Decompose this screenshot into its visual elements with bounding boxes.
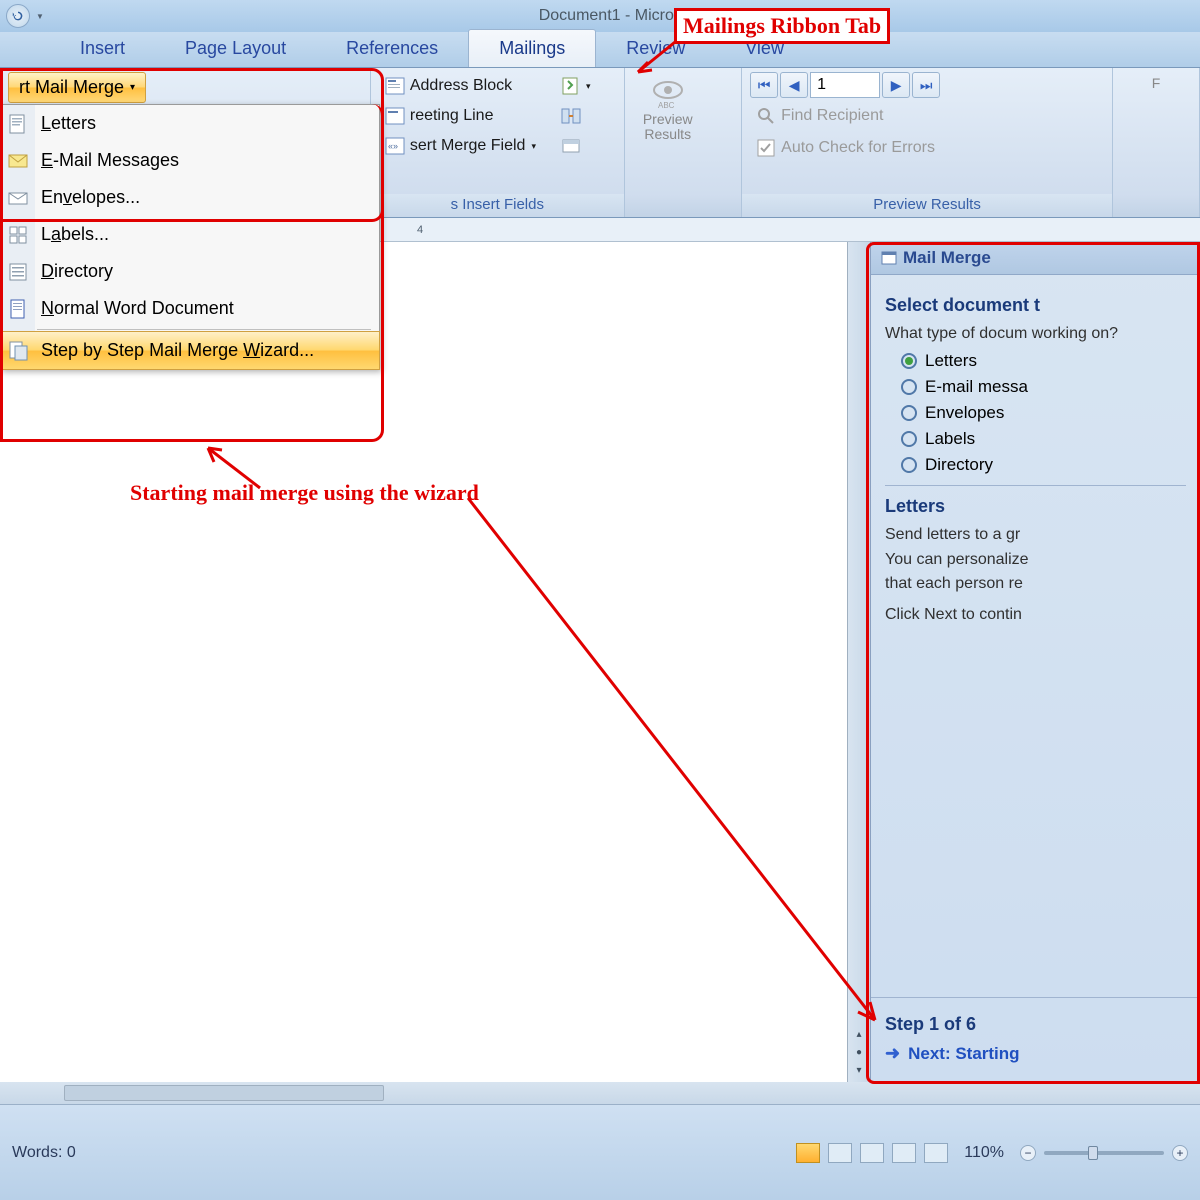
menu-item-wizard[interactable]: Step by Step Mail Merge Wizard...: [0, 331, 380, 370]
radio-icon: [901, 379, 917, 395]
record-navigation: ⏮ ◀ ▶ ⏭: [750, 72, 940, 98]
window-title: Document1 - Microsoft W: [64, 7, 1194, 25]
status-bar: Words: 0 110% − +: [0, 1082, 1200, 1200]
zoom-slider[interactable]: [1044, 1151, 1164, 1155]
menu-item-letters[interactable]: Letters: [1, 105, 379, 142]
zoom-in-button[interactable]: +: [1172, 1145, 1188, 1161]
menu-item-normal-document[interactable]: Normal Word Document: [1, 290, 379, 327]
word-count[interactable]: Words: 0: [12, 1144, 76, 1162]
start-mail-merge-label: rt Mail Merge: [19, 77, 124, 98]
menu-separator: [37, 329, 371, 330]
email-icon: [7, 150, 29, 172]
directory-icon: [7, 261, 29, 283]
group-label-preview-results: Preview Results: [742, 194, 1112, 217]
radio-icon: [901, 353, 917, 369]
greeting-line-icon: [384, 105, 406, 127]
prev-record-button[interactable]: ◀: [780, 72, 808, 98]
group-label-insert-fields: s Insert Fields: [371, 194, 624, 217]
address-block-icon: [384, 75, 406, 97]
menu-item-email[interactable]: E-Mail Messages: [1, 142, 379, 179]
rules-icon: [560, 75, 582, 97]
find-recipient-icon: [755, 105, 777, 127]
greeting-line-button[interactable]: reeting Line: [379, 102, 541, 130]
task-pane-question: What type of docum working on?: [885, 324, 1186, 345]
tab-mailings[interactable]: Mailings: [468, 29, 596, 67]
rules-button[interactable]: ▾: [555, 72, 596, 100]
zoom-out-button[interactable]: −: [1020, 1145, 1036, 1161]
wizard-icon: [7, 340, 29, 362]
preview-results-icon: ABC: [650, 76, 686, 112]
draft-view-button[interactable]: [924, 1143, 948, 1163]
match-fields-icon: [560, 105, 582, 127]
next-record-button[interactable]: ▶: [882, 72, 910, 98]
menu-item-envelopes[interactable]: Envelopes...: [1, 179, 379, 216]
dropdown-arrow-icon: ▾: [130, 82, 135, 93]
tab-insert[interactable]: Insert: [50, 30, 155, 67]
radio-icon: [901, 405, 917, 421]
outline-view-button[interactable]: [892, 1143, 916, 1163]
annotation-wizard-label: Starting mail merge using the wizard: [130, 480, 479, 506]
svg-text:ABC: ABC: [658, 101, 675, 110]
envelope-icon: [7, 187, 29, 209]
qat-dropdown-icon[interactable]: ▼: [36, 12, 44, 21]
last-record-button[interactable]: ⏭: [912, 72, 940, 98]
browse-object-icon[interactable]: ●: [851, 1044, 867, 1060]
next-arrow-icon: ➜: [885, 1043, 900, 1064]
record-number-input[interactable]: [810, 72, 880, 98]
undo-button[interactable]: [6, 4, 30, 28]
ribbon-tabs: Insert Page Layout References Mailings R…: [0, 32, 1200, 68]
svg-text:«»: «»: [388, 141, 398, 151]
radio-envelopes[interactable]: Envelopes: [901, 403, 1186, 423]
radio-icon: [901, 457, 917, 473]
radio-directory[interactable]: Directory: [901, 455, 1186, 475]
address-block-button[interactable]: Address Block: [379, 72, 541, 100]
radio-letters[interactable]: Letters: [901, 351, 1186, 371]
menu-item-directory[interactable]: Directory: [1, 253, 379, 290]
find-recipient-button[interactable]: Find Recipient: [750, 102, 888, 130]
dropdown-arrow-icon: ▾: [531, 141, 536, 152]
preview-results-button[interactable]: ABC Preview Results: [633, 72, 703, 147]
radio-labels[interactable]: Labels: [901, 429, 1186, 449]
annotation-tab-label: Mailings Ribbon Tab: [674, 8, 890, 44]
first-record-button[interactable]: ⏮: [750, 72, 778, 98]
web-layout-view-button[interactable]: [860, 1143, 884, 1163]
finish-merge-button[interactable]: F: [1121, 72, 1191, 95]
auto-check-errors-button[interactable]: Auto Check for Errors: [750, 134, 940, 162]
document-icon: [7, 298, 29, 320]
update-labels-button[interactable]: [555, 132, 596, 160]
horizontal-scrollbar[interactable]: [0, 1082, 1200, 1104]
insert-merge-field-button[interactable]: «» sert Merge Field ▾: [379, 132, 541, 160]
task-pane-icon: [881, 250, 897, 266]
radio-email[interactable]: E-mail messa: [901, 377, 1186, 397]
mail-merge-task-pane: Mail Merge Select document t What type o…: [870, 242, 1200, 1082]
scroll-down-icon[interactable]: ▾: [851, 1062, 867, 1078]
print-layout-view-button[interactable]: [796, 1143, 820, 1163]
letters-icon: [7, 113, 29, 135]
task-pane-title: Mail Merge: [871, 242, 1200, 275]
full-screen-view-button[interactable]: [828, 1143, 852, 1163]
labels-icon: [7, 224, 29, 246]
tab-references[interactable]: References: [316, 30, 468, 67]
start-mail-merge-button[interactable]: rt Mail Merge ▾: [8, 72, 146, 103]
task-pane-heading: Select document t: [885, 295, 1186, 316]
insert-merge-field-icon: «»: [384, 135, 406, 157]
menu-item-labels[interactable]: Labels...: [1, 216, 379, 253]
match-fields-button[interactable]: [555, 102, 596, 130]
zoom-level[interactable]: 110%: [964, 1144, 1004, 1162]
update-labels-icon: [560, 135, 582, 157]
title-bar: ▼ Document1 - Microsoft W: [0, 0, 1200, 32]
radio-icon: [901, 431, 917, 447]
vertical-scrollbar[interactable]: ▴ ● ▾: [848, 242, 870, 1082]
step-indicator: Step 1 of 6: [885, 1014, 1186, 1035]
tab-page-layout[interactable]: Page Layout: [155, 30, 316, 67]
auto-check-icon: [755, 137, 777, 159]
next-step-link[interactable]: ➜ Next: Starting: [885, 1043, 1186, 1064]
letters-section-heading: Letters: [885, 496, 1186, 517]
scroll-up-icon[interactable]: ▴: [851, 1026, 867, 1042]
start-mail-merge-menu: Letters E-Mail Messages Envelopes... Lab…: [0, 104, 380, 370]
